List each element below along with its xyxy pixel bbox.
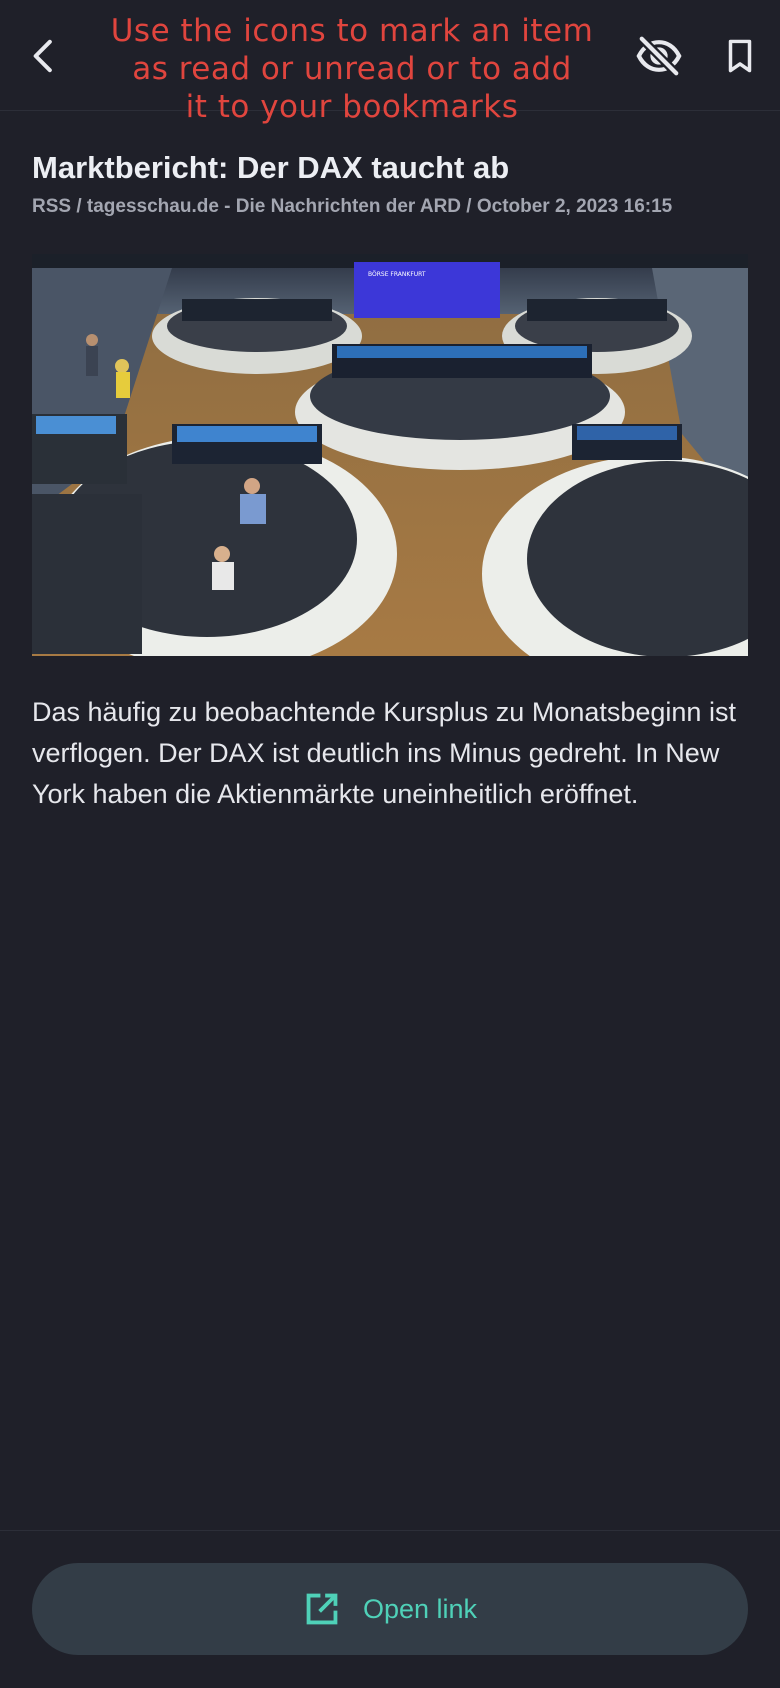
article-title: Marktbericht: Der DAX taucht ab [32, 150, 510, 185]
back-button[interactable] [10, 22, 78, 90]
open-in-new-icon [303, 1590, 341, 1628]
mark-read-unread-button[interactable] [625, 22, 693, 90]
trading-floor-photo: BÖRSE FRANKFURT [32, 254, 748, 656]
open-link-button[interactable]: Open link [32, 1563, 748, 1655]
eye-off-icon [636, 34, 682, 78]
article-meta: RSS / tagesschau.de - Die Nachrichten de… [32, 196, 673, 217]
hint-overlay: Use the icons to mark an item as read or… [92, 12, 612, 126]
screen-logo-text: BÖRSE FRANKFURT [368, 271, 426, 278]
hint-line-3: it to your bookmarks [185, 89, 519, 125]
chevron-left-icon [33, 39, 52, 73]
bookmark-button[interactable] [706, 22, 774, 90]
article-body: Das häufig zu beobachtende Kursplus zu M… [32, 697, 736, 809]
open-link-label: Open link [362, 1593, 478, 1624]
bookmark-icon [728, 39, 752, 73]
hint-line-2: as read or unread or to add [132, 51, 572, 87]
hint-line-1: Use the icons to mark an item [110, 13, 594, 49]
article-screen: Use the icons to mark an item as read or… [0, 0, 780, 1688]
bottom-divider [0, 1530, 780, 1531]
article-image: BÖRSE FRANKFURT [32, 254, 748, 656]
